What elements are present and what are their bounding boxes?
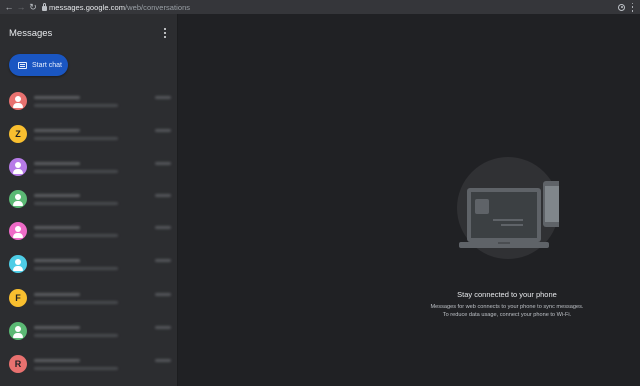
blurred-message-preview (34, 334, 118, 337)
blurred-contact-name (34, 359, 80, 362)
start-chat-label: Start chat (32, 61, 62, 69)
forward-icon[interactable]: → (15, 0, 27, 14)
blurred-contact-name (34, 293, 80, 296)
sidebar: Messages Start chat Z F R (0, 14, 178, 386)
laptop-screen (471, 192, 537, 238)
main-panel: Stay connected to your phone Messages fo… (179, 14, 640, 386)
reload-icon[interactable]: ↻ (27, 0, 39, 14)
connect-title: Stay connected to your phone (457, 290, 557, 299)
conversation-item[interactable] (0, 85, 177, 118)
blurred-message-preview (34, 301, 118, 304)
blurred-contact-name (34, 226, 80, 229)
conversation-item[interactable] (0, 248, 177, 281)
person-avatar-icon (9, 322, 27, 340)
url-host: messages.google.com (49, 2, 125, 12)
blurred-timestamp (155, 162, 171, 165)
conversation-item[interactable] (0, 215, 177, 248)
url-path: /web/conversations (125, 2, 191, 12)
conversation-item[interactable] (0, 151, 177, 184)
phone-screen (545, 186, 559, 222)
avatar-letter: Z (15, 129, 21, 139)
person-avatar-icon (9, 255, 27, 273)
laptop-screen-line (501, 224, 523, 226)
start-chat-button[interactable]: Start chat (9, 54, 68, 76)
blurred-timestamp (155, 194, 171, 197)
blurred-contact-name (34, 96, 80, 99)
person-avatar-icon (9, 92, 27, 110)
conversation-item[interactable]: F (0, 282, 177, 315)
blurred-timestamp (155, 259, 171, 262)
app-title: Messages (9, 28, 53, 39)
more-options-icon[interactable] (161, 27, 169, 39)
letter-avatar: F (9, 289, 27, 307)
letter-avatar: Z (9, 125, 27, 143)
blurred-timestamp (155, 359, 171, 362)
blurred-timestamp (155, 129, 171, 132)
connect-description-line: Messages for web connects to your phone … (430, 304, 584, 310)
conversation-item[interactable] (0, 183, 177, 216)
letter-avatar: R (9, 355, 27, 373)
browser-toolbar: ← → ↻ messages.google.com/web/conversati… (0, 0, 640, 14)
blurred-timestamp (155, 326, 171, 329)
conversation-item[interactable]: R (0, 348, 177, 381)
conversation-item[interactable] (0, 315, 177, 348)
blurred-message-preview (34, 137, 118, 140)
back-icon[interactable]: ← (3, 0, 15, 14)
avatar-letter: R (14, 359, 22, 369)
chat-icon (18, 61, 27, 69)
laptop-screen-image (475, 199, 489, 214)
blurred-message-preview (34, 367, 118, 370)
blurred-contact-name (34, 162, 80, 165)
person-avatar-icon (9, 190, 27, 208)
conversation-item[interactable]: Z (0, 118, 177, 151)
blurred-contact-name (34, 259, 80, 262)
laptop-notch (498, 242, 510, 244)
avatar-letter: F (15, 293, 21, 303)
person-avatar-icon (9, 158, 27, 176)
browser-menu-icon[interactable] (631, 2, 634, 12)
blurred-timestamp (155, 96, 171, 99)
blurred-message-preview (34, 267, 118, 270)
connect-description: Messages for web connects to your phone … (411, 304, 603, 320)
blurred-contact-name (34, 326, 80, 329)
blurred-timestamp (155, 226, 171, 229)
blurred-message-preview (34, 170, 118, 173)
blurred-timestamp (155, 293, 171, 296)
blurred-message-preview (34, 234, 118, 237)
blurred-message-preview (34, 104, 118, 107)
connect-description-line: To reduce data usage, connect your phone… (442, 311, 572, 318)
blurred-message-preview (34, 202, 118, 205)
address-bar[interactable]: messages.google.com/web/conversations (49, 3, 190, 12)
location-icon[interactable] (618, 3, 625, 11)
lock-icon[interactable] (39, 0, 49, 14)
person-avatar-icon (9, 222, 27, 240)
blurred-contact-name (34, 194, 80, 197)
laptop-screen-line (493, 219, 523, 221)
laptop-phone-illustration (457, 157, 559, 259)
blurred-contact-name (34, 129, 80, 132)
